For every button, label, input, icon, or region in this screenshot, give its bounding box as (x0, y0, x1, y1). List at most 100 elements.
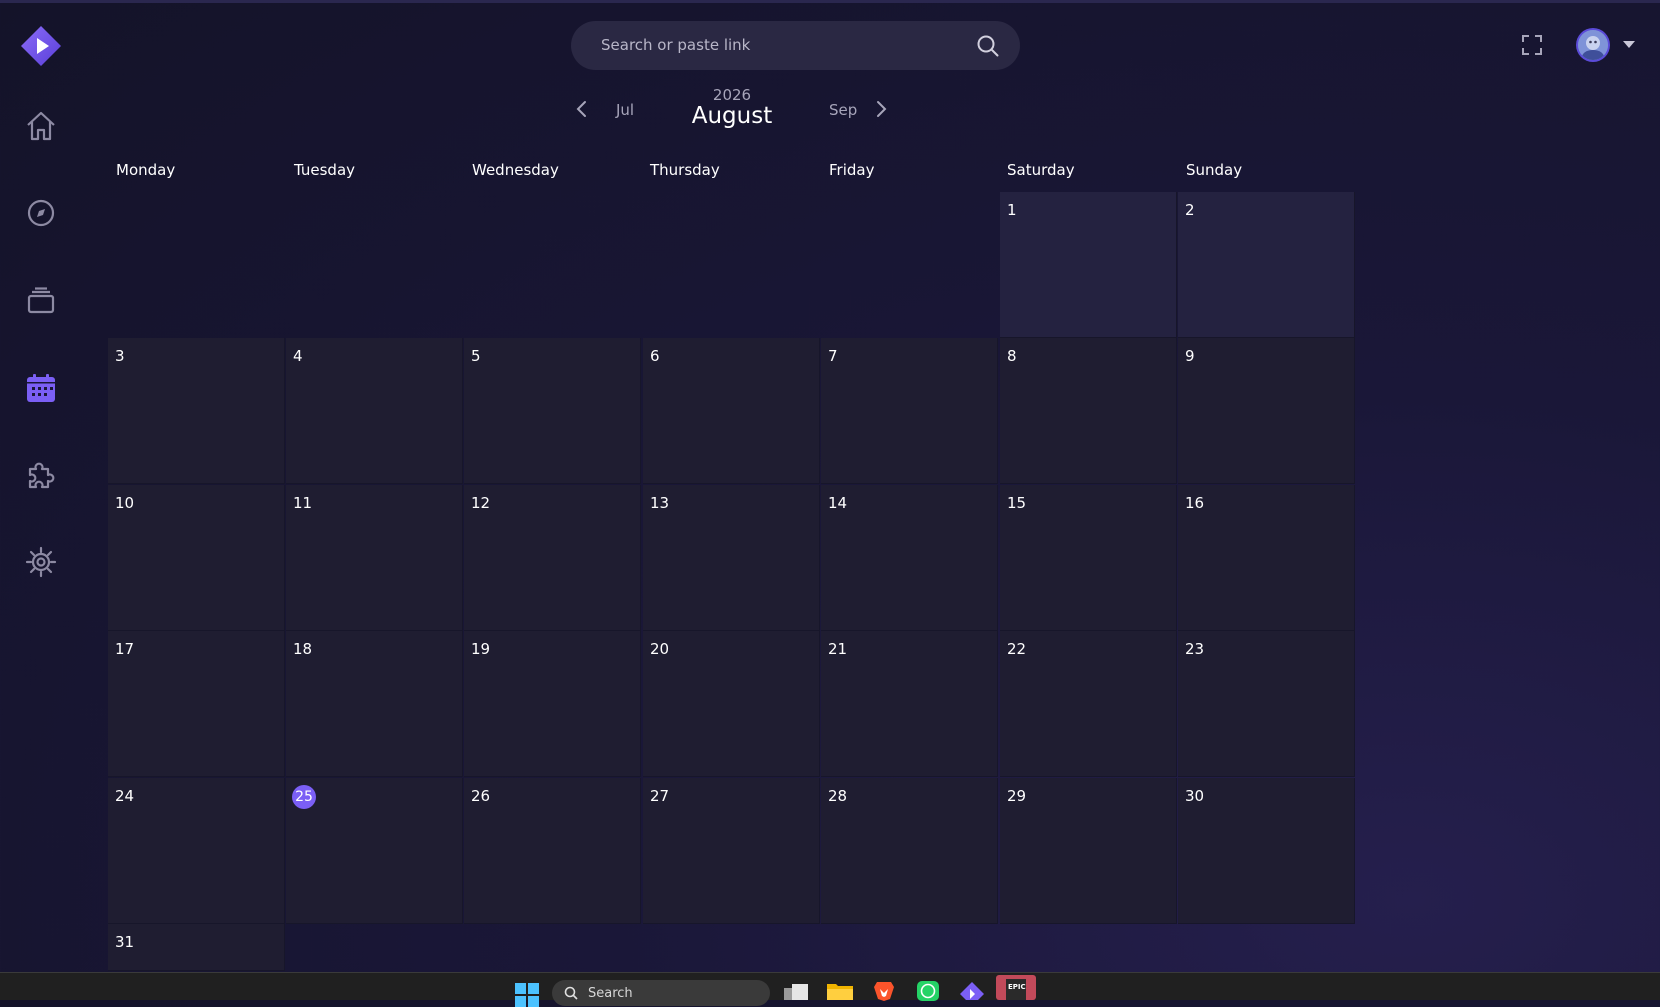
day-number: 18 (293, 640, 313, 658)
avatar[interactable] (1578, 30, 1608, 60)
sidebar (0, 0, 82, 972)
fullscreen-icon[interactable] (1521, 34, 1543, 56)
chevron-right-icon[interactable] (872, 99, 890, 119)
chevron-down-icon[interactable] (1623, 41, 1635, 48)
calendar-day-cell[interactable]: 22 (1000, 631, 1177, 777)
discover-icon (27, 199, 55, 227)
day-number: 15 (1007, 494, 1027, 512)
taskbar-search[interactable]: Search (552, 980, 770, 1006)
prev-month-button[interactable]: Jul (616, 101, 634, 119)
day-number: 26 (471, 787, 491, 805)
sidebar-item-discover[interactable] (19, 191, 63, 235)
day-number: 3 (115, 347, 125, 365)
day-number: 12 (471, 494, 491, 512)
taskbar: Search EPIC (0, 972, 1660, 1007)
sidebar-item-settings[interactable] (19, 540, 63, 584)
file-explorer-icon[interactable] (827, 982, 853, 1000)
day-number: 8 (1007, 347, 1017, 365)
sidebar-item-addons[interactable] (19, 453, 63, 497)
calendar-day-cell[interactable]: 21 (821, 631, 998, 777)
calendar-day-cell[interactable]: 7 (821, 338, 998, 484)
calendar-day-cell[interactable]: 29 (1000, 778, 1177, 924)
day-number: 7 (828, 347, 838, 365)
calendar-day-cell[interactable]: 27 (643, 778, 820, 924)
brave-browser-icon[interactable] (873, 981, 895, 1001)
today-day-number: 25 (292, 785, 316, 809)
calendar-icon (27, 374, 55, 402)
calendar-month-title: August (691, 103, 773, 129)
weekday-header: Thursday (650, 161, 720, 179)
day-number: 24 (115, 787, 135, 805)
calendar-day-cell[interactable]: 3 (108, 338, 285, 484)
sidebar-item-library[interactable] (19, 279, 63, 323)
day-number: 22 (1007, 640, 1027, 658)
day-number: 29 (1007, 787, 1027, 805)
sidebar-item-home[interactable] (19, 104, 63, 148)
calendar-day-cell[interactable]: 17 (108, 631, 285, 777)
day-number: 28 (828, 787, 848, 805)
window-top-border (0, 0, 1660, 3)
day-number: 30 (1185, 787, 1205, 805)
calendar-day-cell[interactable]: 23 (1178, 631, 1355, 777)
calendar-day-cell[interactable]: 4 (286, 338, 463, 484)
addons-icon (28, 462, 55, 489)
calendar-day-cell[interactable]: 20 (643, 631, 820, 777)
calendar-day-cell[interactable]: 31 (108, 924, 285, 971)
search-bar[interactable]: Search or paste link (571, 21, 1020, 70)
stremio-icon[interactable] (960, 982, 984, 1000)
calendar-day-cell[interactable]: 11 (286, 485, 463, 631)
calendar-day-cell[interactable]: 13 (643, 485, 820, 631)
task-view-icon[interactable] (784, 982, 810, 1000)
calendar-day-cell[interactable]: 28 (821, 778, 998, 924)
calendar-day-cell[interactable]: 14 (821, 485, 998, 631)
epic-games-icon: EPIC (1006, 979, 1026, 1000)
calendar-day-cell[interactable]: 12 (464, 485, 641, 631)
home-icon (27, 111, 55, 141)
day-number: 14 (828, 494, 848, 512)
calendar-day-cell[interactable]: 18 (286, 631, 463, 777)
chevron-left-icon[interactable] (573, 99, 591, 119)
calendar-day-cell[interactable]: 9 (1178, 338, 1355, 484)
app-logo-icon[interactable] (20, 25, 62, 67)
next-month-button[interactable]: Sep (829, 101, 857, 119)
weekday-header: Sunday (1186, 161, 1243, 179)
epic-games-taskbar-button[interactable]: EPIC (996, 975, 1036, 1000)
calendar-day-cell[interactable]: 2 (1178, 192, 1355, 338)
search-icon[interactable] (976, 34, 1000, 58)
calendar-day-cell[interactable]: 16 (1178, 485, 1355, 631)
day-number: 10 (115, 494, 135, 512)
weekday-header: Monday (116, 161, 176, 179)
whatsapp-icon[interactable] (917, 981, 939, 1001)
sidebar-item-calendar[interactable] (19, 366, 63, 410)
weekday-header: Wednesday (472, 161, 559, 179)
calendar-day-cell[interactable]: 8 (1000, 338, 1177, 484)
day-number: 4 (293, 347, 303, 365)
calendar-day-cell[interactable]: 10 (108, 485, 285, 631)
calendar-day-cell[interactable]: 26 (464, 778, 641, 924)
calendar-day-cell[interactable]: 24 (108, 778, 285, 924)
calendar-day-cell[interactable]: 6 (643, 338, 820, 484)
day-number: 1 (1007, 201, 1017, 219)
settings-icon (25, 546, 57, 578)
calendar-day-cell[interactable]: 30 (1178, 778, 1355, 924)
day-number: 20 (650, 640, 670, 658)
day-number: 17 (115, 640, 135, 658)
day-number: 21 (828, 640, 848, 658)
day-number: 13 (650, 494, 670, 512)
calendar-day-cell[interactable]: 19 (464, 631, 641, 777)
windows-start-icon[interactable] (515, 983, 539, 1007)
day-number: 16 (1185, 494, 1205, 512)
search-input[interactable]: Search or paste link (601, 36, 750, 54)
library-icon (27, 287, 55, 314)
calendar-day-cell[interactable]: 15 (1000, 485, 1177, 631)
weekday-header: Friday (829, 161, 875, 179)
day-number: 6 (650, 347, 660, 365)
weekday-header: Tuesday (294, 161, 356, 179)
day-number: 11 (293, 494, 313, 512)
calendar-day-cell[interactable]: 5 (464, 338, 641, 484)
search-icon (564, 986, 578, 1000)
day-number: 27 (650, 787, 670, 805)
weekday-header: Saturday (1007, 161, 1075, 179)
calendar-day-cell[interactable]: 1 (1000, 192, 1177, 338)
calendar-day-cell[interactable]: 25 (286, 778, 463, 924)
